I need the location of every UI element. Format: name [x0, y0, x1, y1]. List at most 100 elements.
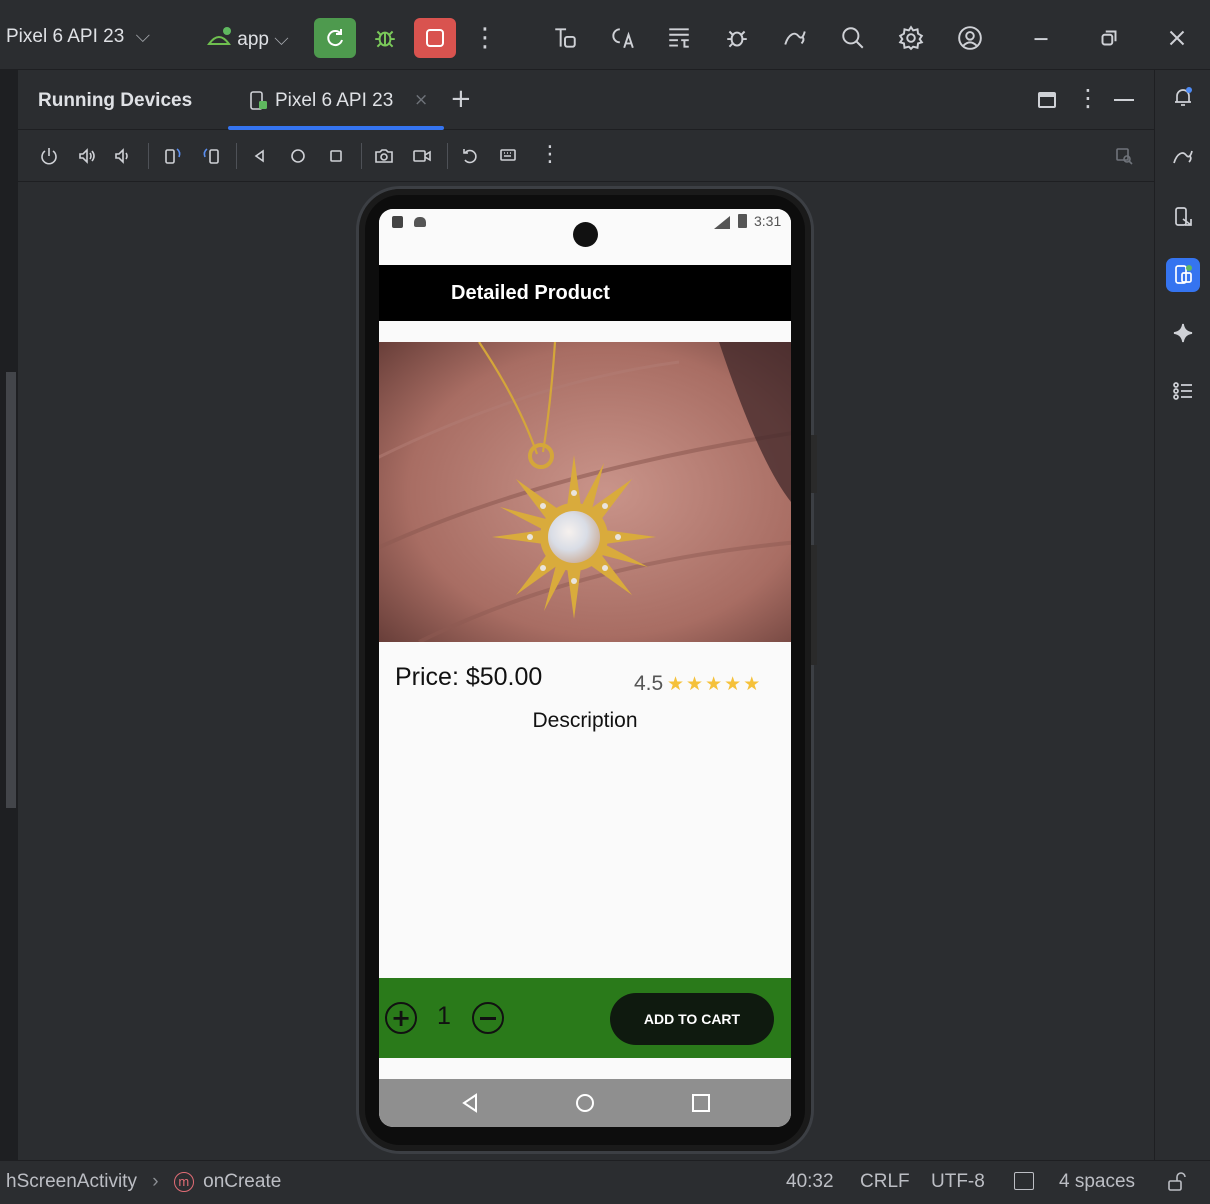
screen-record-button[interactable] — [408, 142, 436, 170]
close-window-button[interactable] — [1160, 21, 1194, 55]
necklace-photo-illustration — [379, 342, 791, 642]
gemini-button[interactable] — [778, 21, 812, 55]
account-button[interactable] — [953, 21, 987, 55]
breadcrumb[interactable]: hScreenActivity › m onCreate — [6, 1171, 281, 1193]
caret-position[interactable]: 40:32 — [786, 1171, 834, 1193]
increase-quantity-button[interactable]: + — [385, 1002, 417, 1034]
star-icon: ★ — [686, 673, 706, 695]
device-selector-label: Pixel 6 API 23 — [6, 26, 125, 47]
hide-panel-icon[interactable] — [1114, 99, 1134, 101]
camera-icon — [375, 149, 393, 163]
volume-key — [811, 545, 817, 665]
settings-icon — [898, 25, 924, 51]
ai-assistant-button[interactable] — [1166, 316, 1200, 350]
breadcrumb-class[interactable]: hScreenActivity — [6, 1171, 137, 1192]
volume-up-button[interactable] — [73, 142, 101, 170]
window-layout-icon[interactable] — [1038, 92, 1056, 108]
android-icon — [207, 27, 231, 45]
find-device-button[interactable] — [1110, 142, 1138, 170]
stop-button[interactable] — [414, 18, 456, 58]
home-circle-icon — [291, 149, 305, 163]
back-button[interactable] — [246, 142, 274, 170]
device-selector[interactable]: Pixel 6 API 23 ⌵ — [6, 26, 150, 48]
separator — [447, 143, 448, 169]
cart-action-bar: + 1 ADD TO CART — [379, 978, 791, 1058]
translate-button[interactable] — [605, 21, 639, 55]
keyboard-icon — [500, 149, 516, 161]
back-triangle-icon — [254, 149, 264, 163]
tab-label: Pixel 6 API 23 — [275, 90, 394, 111]
restore-window-button[interactable] — [1092, 21, 1126, 55]
notifications-bell-icon — [1175, 87, 1192, 106]
device-search-icon — [1116, 148, 1133, 165]
home-button[interactable] — [284, 142, 312, 170]
separator — [361, 143, 362, 169]
minimize-window-button[interactable] — [1024, 21, 1058, 55]
app-inspection-button[interactable] — [720, 21, 754, 55]
unlock-icon[interactable] — [1166, 1171, 1188, 1193]
list-icon — [1173, 382, 1192, 400]
star-icon: ★ — [667, 673, 687, 695]
nav-back-icon[interactable] — [459, 1092, 481, 1114]
volume-down-icon — [115, 148, 128, 164]
volume-down-button[interactable] — [109, 142, 137, 170]
video-camera-icon — [413, 150, 431, 162]
indent-setting[interactable]: 4 spaces — [1059, 1171, 1135, 1193]
stop-icon — [426, 29, 444, 47]
device-controls-toolbar: ⋮ — [18, 130, 1154, 182]
decrease-quantity-button[interactable] — [472, 1002, 504, 1034]
android-status-bar: 3:31 — [379, 209, 791, 265]
search-button[interactable] — [836, 21, 870, 55]
screenshot-button[interactable] — [370, 142, 398, 170]
more-device-actions-icon[interactable]: ⋮ — [539, 142, 561, 167]
bug-icon — [727, 30, 747, 48]
rotate-left-button[interactable] — [159, 142, 187, 170]
rerun-button[interactable] — [314, 18, 356, 58]
run-config-selector[interactable]: app ⌵ — [206, 26, 289, 51]
sd-card-icon — [392, 216, 403, 228]
rotate-left-icon — [165, 148, 181, 164]
volume-up-icon — [79, 148, 95, 164]
reset-button[interactable] — [456, 142, 484, 170]
device-screen[interactable]: 3:31 Detailed Product Price: $50.00 4.5 … — [379, 209, 791, 1127]
nav-overview-icon[interactable] — [690, 1092, 712, 1114]
tab-pixel-6[interactable]: Pixel 6 API 23 × — [228, 70, 444, 130]
undo-icon — [463, 149, 477, 164]
run-config-label: app — [237, 29, 269, 50]
tab-close-icon[interactable]: × — [414, 90, 428, 110]
power-button[interactable] — [35, 142, 63, 170]
separator — [236, 143, 237, 169]
line-separator[interactable]: CRLF — [860, 1171, 910, 1193]
overview-button[interactable] — [322, 142, 350, 170]
layout-inspector-button[interactable] — [662, 21, 696, 55]
profiler-button[interactable] — [548, 21, 582, 55]
readonly-toggle-icon[interactable] — [1014, 1172, 1034, 1190]
add-to-cart-button[interactable]: ADD TO CART — [610, 993, 774, 1045]
notifications-button[interactable] — [1166, 80, 1200, 114]
device-manager-button[interactable] — [1166, 200, 1200, 234]
minus-icon — [480, 1016, 496, 1020]
keyboard-button[interactable] — [495, 142, 523, 170]
running-devices-tool-button[interactable] — [1166, 258, 1200, 292]
device-tab-icon — [250, 91, 267, 110]
structure-tool-button[interactable] — [1166, 374, 1200, 408]
rotate-right-icon — [203, 148, 219, 164]
method-icon: m — [173, 1172, 194, 1192]
left-tool-strip — [0, 70, 18, 1160]
ide-status-bar: hScreenActivity › m onCreate 40:32 CRLF … — [0, 1160, 1210, 1204]
add-tab-icon[interactable]: + — [450, 84, 472, 114]
settings-button[interactable] — [894, 21, 928, 55]
editor-scrollbar[interactable] — [6, 372, 16, 808]
debug-icon — [375, 30, 395, 48]
debug-button[interactable] — [368, 21, 402, 55]
more-actions-button[interactable]: ⋮ — [468, 21, 502, 55]
gemini-tool-button[interactable] — [1166, 140, 1200, 174]
rotate-right-button[interactable] — [197, 142, 225, 170]
sparkle-icon — [1173, 323, 1193, 343]
breadcrumb-method[interactable]: onCreate — [203, 1171, 281, 1192]
panel-options-icon[interactable]: ⋮ — [1076, 84, 1100, 112]
gemini-icon — [784, 31, 806, 45]
minimize-icon — [1034, 38, 1048, 41]
file-encoding[interactable]: UTF-8 — [931, 1171, 985, 1193]
nav-home-icon[interactable] — [574, 1092, 596, 1114]
